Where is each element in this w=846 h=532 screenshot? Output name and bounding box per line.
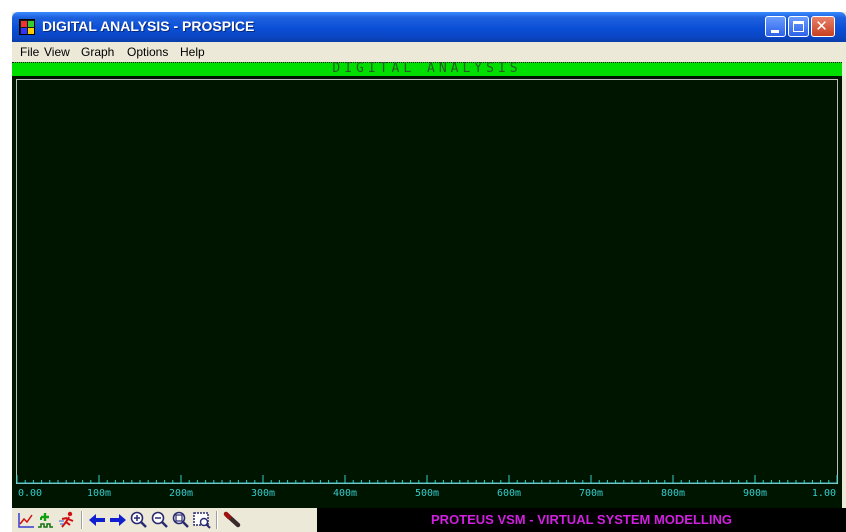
graph-panel[interactable]: DIGITAL ANALYSIS 0.00 100m 200m 300m 400m 500…	[12, 62, 842, 508]
run-button[interactable]	[57, 510, 77, 530]
close-button[interactable]: ✕	[811, 16, 835, 37]
x-tick-label: 200m	[168, 488, 194, 499]
x-tick-label: 100m	[86, 488, 112, 499]
title-bar[interactable]: DIGITAL ANALYSIS - PROSPICE ✕	[12, 12, 846, 42]
close-icon: ✕	[815, 17, 828, 35]
menu-bar: File View Graph Options Help	[12, 42, 846, 62]
x-tick-label: 900m	[742, 488, 768, 499]
add-trace-button[interactable]	[36, 510, 56, 530]
window-title: DIGITAL ANALYSIS - PROSPICE	[42, 18, 255, 34]
menu-file[interactable]: File	[20, 45, 39, 59]
pan-left-icon	[89, 514, 105, 526]
app-window: DIGITAL ANALYSIS - PROSPICE ✕ File View …	[12, 12, 846, 532]
x-tick-label: 300m	[250, 488, 276, 499]
menu-view[interactable]: View	[44, 45, 70, 59]
minimize-button[interactable]	[765, 16, 786, 37]
menu-options[interactable]: Options	[127, 45, 168, 59]
zoom-all-button[interactable]	[171, 510, 191, 530]
time-axis	[16, 475, 838, 484]
zoom-in-icon	[130, 511, 147, 528]
zoom-area-button[interactable]	[192, 510, 212, 530]
minimize-icon	[771, 30, 779, 33]
toolbar-separator	[81, 511, 83, 529]
maximize-button[interactable]	[788, 16, 809, 37]
zoom-out-icon	[151, 511, 168, 528]
pan-left-button[interactable]	[87, 510, 107, 530]
status-banner: PROTEUS VSM - VIRTUAL SYSTEM MODELLING	[317, 508, 846, 532]
pan-right-button[interactable]	[108, 510, 128, 530]
x-tick-label: 500m	[414, 488, 440, 499]
app-icon[interactable]	[19, 19, 35, 35]
x-tick-label: 0.00	[18, 488, 43, 499]
menu-help[interactable]: Help	[180, 45, 205, 59]
x-tick-label: 800m	[660, 488, 686, 499]
x-tick-label: 400m	[332, 488, 358, 499]
zoom-in-button[interactable]	[129, 510, 149, 530]
zoom-area-icon	[193, 512, 211, 529]
pan-right-icon	[110, 514, 126, 526]
graph-simulate-button[interactable]	[16, 510, 36, 530]
toolbar: PROTEUS VSM - VIRTUAL SYSTEM MODELLING	[12, 508, 846, 532]
x-tick-label: 1.00	[811, 488, 836, 499]
zoom-out-button[interactable]	[150, 510, 170, 530]
graph-simulate-icon	[18, 513, 34, 528]
menu-graph[interactable]: Graph	[81, 45, 114, 59]
probe-icon	[223, 511, 241, 528]
run-icon	[59, 511, 74, 528]
x-tick-label: 600m	[496, 488, 522, 499]
maximize-icon	[793, 21, 804, 32]
add-trace-icon	[38, 513, 53, 528]
x-tick-label: 700m	[578, 488, 604, 499]
probe-button[interactable]	[223, 510, 243, 530]
toolbar-separator	[216, 511, 218, 529]
zoom-all-icon	[172, 511, 189, 528]
